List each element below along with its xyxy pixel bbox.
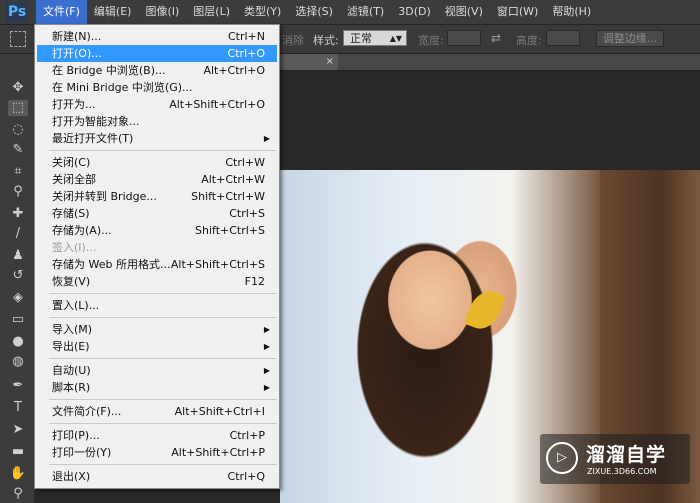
menu-item-close[interactable]: 关闭(C) Ctrl+W [37,154,277,171]
menu-item-automate[interactable]: 自动(U) ▶ [37,362,277,379]
submenu-arrow-icon: ▶ [263,325,270,334]
dodge-icon[interactable]: ◍ [8,354,28,370]
menu-separator [49,399,277,400]
blur-icon[interactable]: ● [8,334,28,350]
history-brush-icon[interactable]: ↺ [8,268,28,284]
menu-image[interactable]: 图像(I) [138,0,186,24]
menu-help[interactable]: 帮助(H) [545,0,598,24]
menu-separator [49,423,277,424]
menu-separator [49,317,277,318]
play-icon: ▷ [546,442,578,474]
menu-window[interactable]: 窗口(W) [490,0,545,24]
menu-item-check-in: 签入(I)... [52,241,97,254]
menu-item-scripts[interactable]: 脚本(R) ▶ [37,379,277,396]
move-icon[interactable]: ✥ [8,80,28,96]
style-select[interactable]: 正常 ▲▼ [343,30,407,46]
marquee-icon[interactable]: ⬚ [8,100,28,116]
eyedropper-icon[interactable]: ⚲ [8,184,28,200]
menu-bar: Ps 文件(F) 编辑(E) 图像(I) 图层(L) 类型(Y) 选择(S) 滤… [0,0,700,25]
menu-layer[interactable]: 图层(L) [186,0,237,24]
menu-list: 文件(F) 编辑(E) 图像(I) 图层(L) 类型(Y) 选择(S) 滤镜(T… [36,0,598,24]
menu-item-browse-mini-bridge[interactable]: 在 Mini Bridge 中浏览(G)... [37,79,277,96]
menu-item-revert[interactable]: 恢复(V) F12 [37,273,277,290]
menu-file[interactable]: 文件(F) [36,0,87,24]
path-select-icon[interactable]: ➤ [8,422,28,438]
zoom-icon[interactable]: ⚲ [8,486,28,502]
photoshop-logo: Ps [6,2,28,22]
image-face [375,235,485,365]
height-label: 高度: [516,34,542,47]
menu-item-save-as[interactable]: 存储为(A)... Shift+Ctrl+S [37,222,277,239]
hand-icon[interactable]: ✋ [8,466,28,482]
refine-edge-button[interactable]: 调整边缘... [596,30,664,47]
pen-icon[interactable]: ✒ [8,378,28,394]
menu-item-file-info[interactable]: 文件简介(F)... Alt+Shift+Ctrl+I [37,403,277,420]
type-icon[interactable]: T [8,400,28,416]
gradient-icon[interactable]: ▭ [8,312,28,328]
menu-item-place[interactable]: 置入(L)... [37,297,277,314]
anti-alias-label: 消除 [282,34,304,47]
menu-item-import[interactable]: 导入(M) ▶ [37,321,277,338]
submenu-arrow-icon: ▶ [263,383,270,392]
menu-item-new[interactable]: 新建(N)... Ctrl+N [37,28,277,45]
brush-icon[interactable]: / [8,226,28,242]
menu-item-browse-bridge[interactable]: 在 Bridge 中浏览(B)... Alt+Ctrl+O [37,62,277,79]
style-select-value: 正常 [350,32,372,45]
clone-stamp-icon[interactable]: ♟ [8,248,28,264]
healing-brush-icon[interactable]: ✚ [8,206,28,222]
quick-select-icon[interactable]: ✎ [8,142,28,158]
menu-separator [49,464,277,465]
marquee-tool-preset-icon[interactable] [10,31,26,47]
menu-item-save[interactable]: 存储(S) Ctrl+S [37,205,277,222]
menu-item-open-smart-object[interactable]: 打开为智能对象... [37,113,277,130]
close-icon[interactable]: × [326,56,334,67]
menu-item-close-all[interactable]: 关闭全部 Alt+Ctrl+W [37,171,277,188]
menu-item-exit[interactable]: 退出(X) Ctrl+Q [37,468,277,485]
menu-item-close-go-bridge[interactable]: 关闭并转到 Bridge... Shift+Ctrl+W [37,188,277,205]
rectangle-icon[interactable]: ▬ [8,444,28,460]
submenu-arrow-icon: ▶ [263,134,270,143]
menu-item-save-for-web[interactable]: 存储为 Web 所用格式... Alt+Shift+Ctrl+S [37,256,277,273]
menu-3d[interactable]: 3D(D) [391,0,438,24]
submenu-arrow-icon: ▶ [263,342,270,351]
width-label: 宽度: [418,34,444,47]
menu-view[interactable]: 视图(V) [438,0,490,24]
lasso-icon[interactable]: ◌ [8,122,28,138]
menu-item-print[interactable]: 打印(P)... Ctrl+P [37,427,277,444]
height-input[interactable] [546,30,580,46]
menu-edit[interactable]: 编辑(E) [87,0,139,24]
menu-separator [49,150,277,151]
swap-icon[interactable]: ⇄ [491,31,501,45]
tools-panel: ✥ ⬚ ◌ ✎ ⌗ ⚲ ✚ / ♟ ↺ ◈ ▭ ● ◍ ✒ T ➤ ▬ ✋ ⚲ [0,54,35,503]
chevron-down-icon: ▲▼ [389,34,402,43]
menu-item-print-one-copy[interactable]: 打印一份(Y) Alt+Shift+Ctrl+P [37,444,277,461]
eraser-icon[interactable]: ◈ [8,290,28,306]
menu-filter[interactable]: 滤镜(T) [340,0,391,24]
width-input[interactable] [447,30,481,46]
menu-type[interactable]: 类型(Y) [237,0,288,24]
file-menu-dropdown: 新建(N)... Ctrl+N 打开(O)... Ctrl+O 在 Bridge… [34,24,280,489]
menu-select[interactable]: 选择(S) [288,0,340,24]
submenu-arrow-icon: ▶ [263,366,270,375]
menu-item-open-as[interactable]: 打开为... Alt+Shift+Ctrl+O [37,96,277,113]
watermark: ▷ 溜溜自学 ZIXUE.3D66.COM [540,434,690,484]
watermark-title: 溜溜自学 [586,444,667,466]
menu-item-recent-files[interactable]: 最近打开文件(T) ▶ [37,130,277,147]
menu-item-export[interactable]: 导出(E) ▶ [37,338,277,355]
crop-icon[interactable]: ⌗ [8,164,28,180]
menu-item-open[interactable]: 打开(O)... Ctrl+O [37,45,277,62]
menu-separator [49,293,277,294]
style-label: 样式: [313,34,339,47]
document-tab[interactable]: × [274,54,338,70]
watermark-url: ZIXUE.3D66.COM [587,467,657,476]
menu-separator [49,358,277,359]
